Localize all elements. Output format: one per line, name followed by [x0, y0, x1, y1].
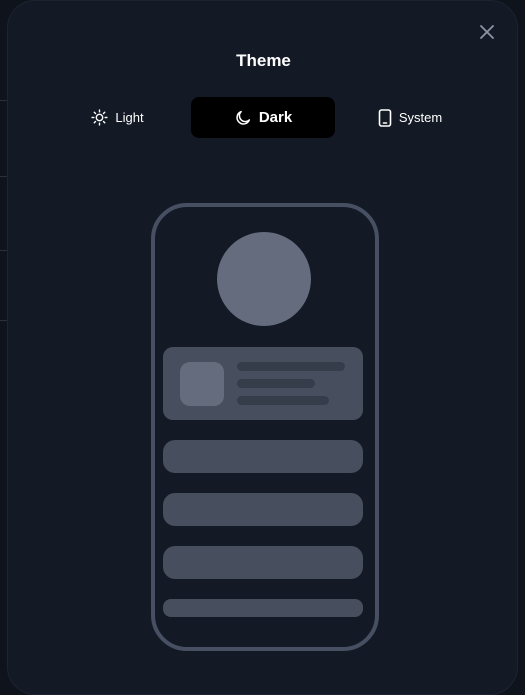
preview-card-line [237, 379, 315, 388]
close-button[interactable] [476, 21, 498, 43]
dialog-title: Theme [236, 51, 291, 70]
preview-avatar [217, 232, 311, 326]
theme-dialog: Theme Light Dark System [7, 0, 518, 695]
theme-option-label: Dark [258, 109, 293, 126]
preview-card [163, 347, 363, 420]
preview-card-line [237, 396, 329, 405]
preview-card-thumbnail [180, 362, 224, 406]
preview-card-line [237, 362, 345, 371]
theme-segmented-control: Light Dark System [43, 97, 483, 138]
theme-option-system[interactable]: System [337, 97, 483, 138]
theme-option-dark[interactable]: Dark [191, 97, 335, 138]
theme-preview-phone [151, 203, 379, 651]
smartphone-icon [378, 108, 392, 127]
theme-option-light[interactable]: Light [43, 97, 192, 138]
close-icon [480, 25, 494, 39]
theme-option-label: System [398, 110, 443, 125]
preview-list-item [163, 546, 363, 579]
preview-list-item [163, 440, 363, 473]
moon-icon [236, 110, 250, 125]
sun-icon [91, 109, 109, 126]
theme-option-label: Light [115, 110, 144, 125]
preview-list-item [163, 493, 363, 526]
preview-list-item [163, 599, 363, 617]
